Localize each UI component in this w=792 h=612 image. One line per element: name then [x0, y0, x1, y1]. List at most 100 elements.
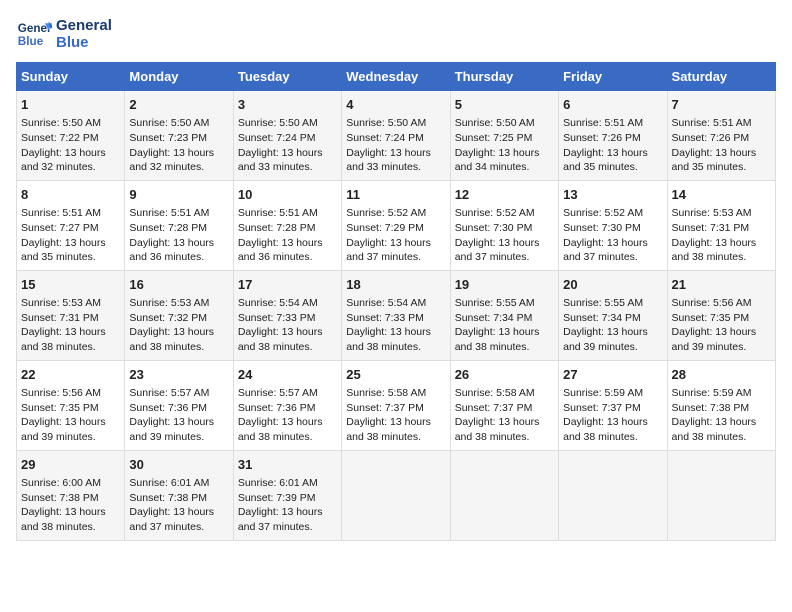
calendar-cell: 21Sunrise: 5:56 AMSunset: 7:35 PMDayligh… — [667, 270, 775, 360]
logo-icon: General Blue — [16, 16, 52, 52]
day-number: 5 — [455, 96, 554, 114]
daylight-text: Daylight: 13 hours — [238, 416, 323, 428]
sunrise-text: Sunrise: 5:56 AM — [672, 297, 752, 309]
day-number: 16 — [129, 276, 228, 294]
sunrise-text: Sunrise: 5:51 AM — [21, 207, 101, 219]
sunset-text: Sunset: 7:25 PM — [455, 132, 533, 144]
sunset-text: Sunset: 7:30 PM — [455, 222, 533, 234]
daylight-minutes: and 38 minutes. — [672, 251, 747, 263]
header-wednesday: Wednesday — [342, 63, 450, 91]
sunset-text: Sunset: 7:33 PM — [238, 312, 316, 324]
day-number: 23 — [129, 366, 228, 384]
day-number: 19 — [455, 276, 554, 294]
daylight-text: Daylight: 13 hours — [21, 326, 106, 338]
sunset-text: Sunset: 7:24 PM — [346, 132, 424, 144]
day-number: 15 — [21, 276, 120, 294]
sunrise-text: Sunrise: 5:55 AM — [455, 297, 535, 309]
calendar-cell: 27Sunrise: 5:59 AMSunset: 7:37 PMDayligh… — [559, 360, 667, 450]
calendar-week-row: 1Sunrise: 5:50 AMSunset: 7:22 PMDaylight… — [17, 91, 776, 181]
sunset-text: Sunset: 7:35 PM — [672, 312, 750, 324]
daylight-minutes: and 37 minutes. — [563, 251, 638, 263]
daylight-minutes: and 39 minutes. — [129, 431, 204, 443]
daylight-text: Daylight: 13 hours — [455, 147, 540, 159]
calendar-cell — [450, 450, 558, 540]
calendar-cell: 30Sunrise: 6:01 AMSunset: 7:38 PMDayligh… — [125, 450, 233, 540]
sunset-text: Sunset: 7:22 PM — [21, 132, 99, 144]
daylight-minutes: and 35 minutes. — [21, 251, 96, 263]
calendar-cell: 12Sunrise: 5:52 AMSunset: 7:30 PMDayligh… — [450, 180, 558, 270]
day-number: 17 — [238, 276, 337, 294]
daylight-minutes: and 36 minutes. — [129, 251, 204, 263]
day-number: 28 — [672, 366, 771, 384]
calendar-cell: 26Sunrise: 5:58 AMSunset: 7:37 PMDayligh… — [450, 360, 558, 450]
calendar-cell: 24Sunrise: 5:57 AMSunset: 7:36 PMDayligh… — [233, 360, 341, 450]
calendar-cell: 4Sunrise: 5:50 AMSunset: 7:24 PMDaylight… — [342, 91, 450, 181]
daylight-minutes: and 38 minutes. — [129, 341, 204, 353]
calendar-week-row: 29Sunrise: 6:00 AMSunset: 7:38 PMDayligh… — [17, 450, 776, 540]
daylight-minutes: and 38 minutes. — [238, 431, 313, 443]
sunset-text: Sunset: 7:33 PM — [346, 312, 424, 324]
daylight-text: Daylight: 13 hours — [346, 237, 431, 249]
daylight-text: Daylight: 13 hours — [129, 416, 214, 428]
daylight-text: Daylight: 13 hours — [346, 416, 431, 428]
day-number: 2 — [129, 96, 228, 114]
day-number: 10 — [238, 186, 337, 204]
sunset-text: Sunset: 7:37 PM — [563, 402, 641, 414]
daylight-minutes: and 38 minutes. — [238, 341, 313, 353]
day-number: 18 — [346, 276, 445, 294]
daylight-minutes: and 35 minutes. — [672, 161, 747, 173]
sunset-text: Sunset: 7:34 PM — [563, 312, 641, 324]
sunrise-text: Sunrise: 5:51 AM — [238, 207, 318, 219]
day-number: 3 — [238, 96, 337, 114]
logo: General Blue General Blue — [16, 16, 112, 52]
sunrise-text: Sunrise: 5:50 AM — [238, 117, 318, 129]
calendar-cell — [667, 450, 775, 540]
day-number: 24 — [238, 366, 337, 384]
daylight-text: Daylight: 13 hours — [563, 237, 648, 249]
header-saturday: Saturday — [667, 63, 775, 91]
day-number: 27 — [563, 366, 662, 384]
calendar-cell — [342, 450, 450, 540]
sunset-text: Sunset: 7:23 PM — [129, 132, 207, 144]
header-friday: Friday — [559, 63, 667, 91]
daylight-minutes: and 38 minutes. — [563, 431, 638, 443]
svg-text:Blue: Blue — [18, 35, 44, 48]
daylight-minutes: and 32 minutes. — [21, 161, 96, 173]
calendar-cell: 16Sunrise: 5:53 AMSunset: 7:32 PMDayligh… — [125, 270, 233, 360]
day-number: 4 — [346, 96, 445, 114]
calendar-cell: 17Sunrise: 5:54 AMSunset: 7:33 PMDayligh… — [233, 270, 341, 360]
sunrise-text: Sunrise: 5:59 AM — [563, 387, 643, 399]
daylight-text: Daylight: 13 hours — [672, 326, 757, 338]
daylight-text: Daylight: 13 hours — [129, 326, 214, 338]
sunset-text: Sunset: 7:38 PM — [21, 492, 99, 504]
day-number: 25 — [346, 366, 445, 384]
daylight-text: Daylight: 13 hours — [672, 416, 757, 428]
calendar-cell: 11Sunrise: 5:52 AMSunset: 7:29 PMDayligh… — [342, 180, 450, 270]
calendar-cell: 8Sunrise: 5:51 AMSunset: 7:27 PMDaylight… — [17, 180, 125, 270]
daylight-minutes: and 33 minutes. — [238, 161, 313, 173]
sunrise-text: Sunrise: 5:59 AM — [672, 387, 752, 399]
daylight-minutes: and 37 minutes. — [238, 521, 313, 533]
sunrise-text: Sunrise: 5:50 AM — [129, 117, 209, 129]
calendar-header-row: SundayMondayTuesdayWednesdayThursdayFrid… — [17, 63, 776, 91]
sunrise-text: Sunrise: 5:53 AM — [129, 297, 209, 309]
sunrise-text: Sunrise: 6:01 AM — [238, 477, 318, 489]
day-number: 14 — [672, 186, 771, 204]
calendar-cell: 28Sunrise: 5:59 AMSunset: 7:38 PMDayligh… — [667, 360, 775, 450]
sunset-text: Sunset: 7:29 PM — [346, 222, 424, 234]
sunset-text: Sunset: 7:36 PM — [238, 402, 316, 414]
calendar-cell: 2Sunrise: 5:50 AMSunset: 7:23 PMDaylight… — [125, 91, 233, 181]
day-number: 22 — [21, 366, 120, 384]
sunset-text: Sunset: 7:37 PM — [455, 402, 533, 414]
header-monday: Monday — [125, 63, 233, 91]
sunrise-text: Sunrise: 5:51 AM — [672, 117, 752, 129]
sunrise-text: Sunrise: 5:51 AM — [563, 117, 643, 129]
sunrise-text: Sunrise: 6:00 AM — [21, 477, 101, 489]
day-number: 31 — [238, 456, 337, 474]
daylight-text: Daylight: 13 hours — [129, 237, 214, 249]
sunrise-text: Sunrise: 5:50 AM — [21, 117, 101, 129]
daylight-text: Daylight: 13 hours — [238, 147, 323, 159]
daylight-text: Daylight: 13 hours — [21, 237, 106, 249]
sunrise-text: Sunrise: 5:52 AM — [563, 207, 643, 219]
day-number: 13 — [563, 186, 662, 204]
